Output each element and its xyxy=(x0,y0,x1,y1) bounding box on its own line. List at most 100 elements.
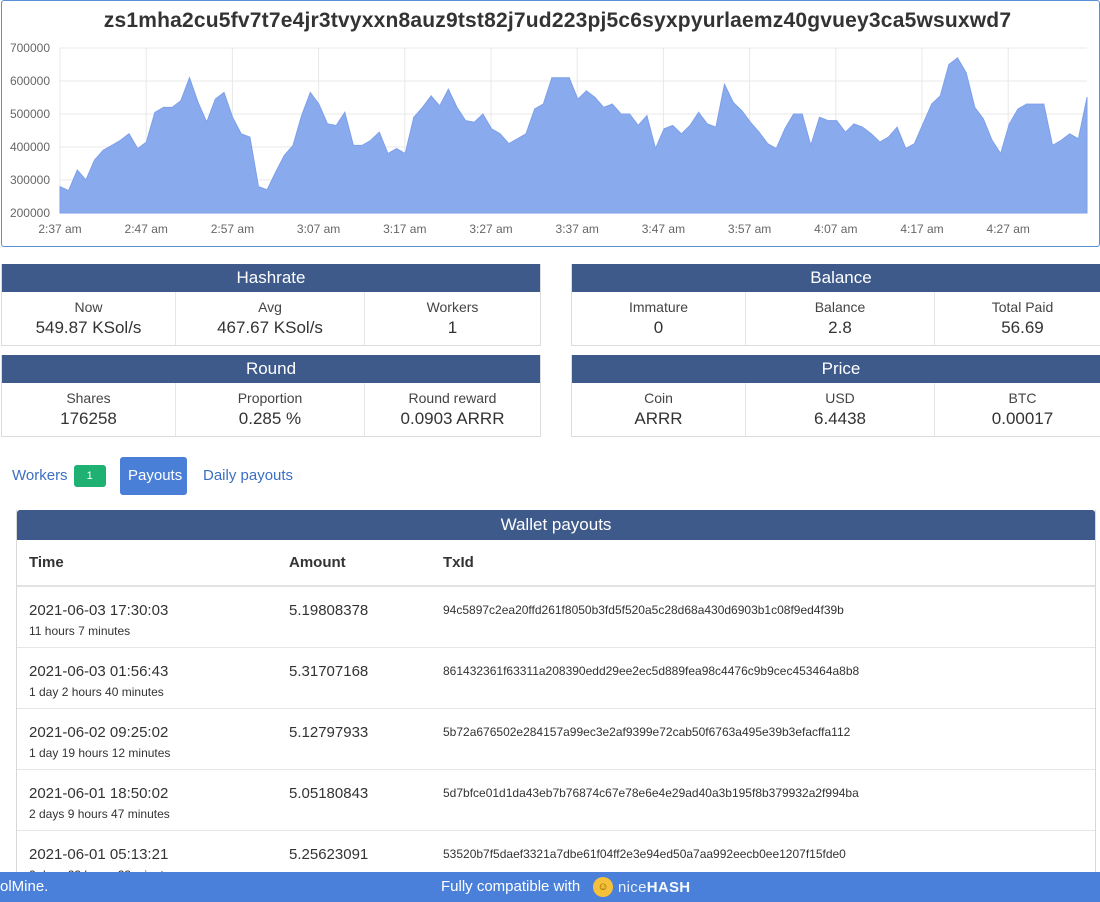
hashrate-data-point xyxy=(318,103,320,105)
payout-amount: 5.19808378 xyxy=(277,586,431,648)
payouts-table: Time Amount TxId 2021-06-03 17:30:03 11 … xyxy=(17,540,1095,879)
hashrate-data-point xyxy=(154,111,156,113)
hashrate-data-point xyxy=(689,124,691,127)
hashrate-panel: Hashrate Now 549.87 KSol/s Avg 467.67 KS… xyxy=(1,264,541,346)
price-btc-label: BTC xyxy=(1008,390,1037,406)
payout-txid-link[interactable]: 5d7bfce01d1da43eb7b76874c67e78e6e4e29ad4… xyxy=(431,769,1095,831)
round-shares-stat: Shares 176258 xyxy=(2,383,176,436)
table-row: 2021-06-02 09:25:02 1 day 19 hours 12 mi… xyxy=(17,708,1095,770)
hashrate-data-point xyxy=(551,77,553,79)
balance-balance-value: 2.8 xyxy=(828,318,852,337)
hashrate-data-point xyxy=(447,88,449,90)
hashrate-data-point xyxy=(482,113,484,115)
tab-daily-payouts[interactable]: Daily payouts xyxy=(203,457,293,495)
hashrate-data-point xyxy=(577,98,579,100)
hashrate-data-point xyxy=(749,121,752,123)
x-tick-label: 2:57 am xyxy=(211,222,254,236)
x-tick-label: 4:27 am xyxy=(987,222,1030,236)
payout-time-ago: 11 hours 7 minutes xyxy=(29,624,131,638)
tab-payouts[interactable]: Payouts xyxy=(120,457,187,495)
hashrate-chart: 700000 600000 500000 400000 300000 200000 2:37… xyxy=(10,41,1088,236)
hashrate-data-point xyxy=(413,116,415,118)
payout-txid-link[interactable]: 861432361f63311a208390edd29ee2ec5d889fea… xyxy=(431,647,1095,709)
hashrate-data-point xyxy=(344,111,346,113)
round-reward-value: 0.0903 ARRR xyxy=(400,409,505,428)
hashrate-data-point xyxy=(663,128,665,130)
price-panel-title: Price xyxy=(572,355,1100,383)
footer-compatible-text: Fully compatible with xyxy=(441,878,581,895)
hashrate-data-point xyxy=(568,77,570,79)
hashrate-workers-label: Workers xyxy=(426,299,479,315)
hashrate-data-point xyxy=(698,111,700,113)
x-tick-label: 3:07 am xyxy=(297,222,340,236)
payout-time: 2021-06-02 09:25:02 xyxy=(29,723,169,741)
hashrate-data-point xyxy=(326,123,329,125)
hashrate-data-point xyxy=(188,77,191,79)
hashrate-data-point xyxy=(680,133,683,135)
balance-panel-title: Balance xyxy=(572,264,1100,292)
hashrate-data-point xyxy=(85,179,87,181)
price-coin-stat: Coin ARRR xyxy=(572,383,746,436)
hashrate-panel-title: Hashrate xyxy=(2,264,540,292)
payouts-table-header: Time Amount TxId xyxy=(17,540,1095,587)
y-tick-label: 700000 xyxy=(10,41,50,55)
hashrate-data-point xyxy=(361,144,363,146)
tab-workers[interactable]: Workers 1 xyxy=(12,457,106,495)
hashrate-data-point xyxy=(974,106,976,108)
col-txid-header: TxId xyxy=(431,540,1095,587)
payout-amount: 5.12797933 xyxy=(277,708,431,770)
hashrate-data-point xyxy=(913,143,916,145)
round-shares-value: 176258 xyxy=(60,409,117,428)
hashrate-data-point xyxy=(767,143,769,145)
x-tick-label: 4:07 am xyxy=(814,222,857,236)
hashrate-data-point xyxy=(456,106,458,108)
hashrate-data-point xyxy=(844,131,847,133)
workers-count-badge: 1 xyxy=(73,465,106,488)
hashrate-data-point xyxy=(352,144,354,146)
hashrate-data-point xyxy=(430,95,432,97)
table-row: 2021-06-03 01:56:43 1 day 2 hours 40 min… xyxy=(17,647,1095,709)
hashrate-data-point xyxy=(387,153,389,155)
hashrate-data-point xyxy=(1000,153,1002,155)
hashrate-data-point xyxy=(257,186,260,188)
col-amount-header: Amount xyxy=(277,540,431,587)
hashrate-data-point xyxy=(223,91,225,94)
nicehash-logo[interactable]: ☺ niceHASH xyxy=(593,876,690,898)
price-usd-value: 6.4438 xyxy=(814,409,866,428)
hashrate-data-point xyxy=(93,159,96,161)
payout-time-cell: 2021-06-03 01:56:43 1 day 2 hours 40 min… xyxy=(17,647,277,709)
hashrate-data-point xyxy=(741,110,743,112)
payout-txid-link[interactable]: 5b72a676502e284157a99ec3e2af9399e72cab50… xyxy=(431,708,1095,770)
x-tick-label: 3:57 am xyxy=(728,222,771,236)
hashrate-data-point xyxy=(171,106,173,108)
hashrate-data-point xyxy=(249,136,251,138)
hashrate-data-point xyxy=(1086,96,1088,99)
y-tick-label: 200000 xyxy=(10,206,50,220)
x-tick-label: 2:47 am xyxy=(125,222,168,236)
hashrate-data-point xyxy=(508,143,510,145)
price-usd-label: USD xyxy=(825,390,855,406)
hashrate-data-point xyxy=(715,126,717,128)
round-panel-title: Round xyxy=(2,355,540,383)
hashrate-data-point xyxy=(723,83,726,85)
hashrate-now-stat: Now 549.87 KSol/s xyxy=(2,292,176,345)
hashrate-data-point xyxy=(1077,138,1079,140)
hashrate-data-point xyxy=(396,148,398,150)
hashrate-data-point xyxy=(378,131,380,133)
hashrate-data-point xyxy=(818,116,821,118)
hashrate-data-point xyxy=(879,141,881,143)
x-tick-label: 4:17 am xyxy=(900,222,943,236)
hashrate-data-point xyxy=(1026,103,1028,105)
hashrate-data-point xyxy=(292,144,294,146)
hashrate-data-point xyxy=(128,133,130,135)
round-proportion-label: Proportion xyxy=(237,390,303,406)
nicehash-word-nice: nice xyxy=(618,878,647,896)
payout-txid-link[interactable]: 94c5897c2ea20ffd261f8050b3fd5f520a5c28d6… xyxy=(431,586,1095,648)
hashrate-data-point xyxy=(939,95,941,97)
hashrate-data-point xyxy=(542,103,544,105)
col-time-header: Time xyxy=(17,540,277,587)
hashrate-data-point xyxy=(439,105,441,107)
hashrate-data-point xyxy=(309,91,311,94)
price-btc-stat: BTC 0.00017 xyxy=(935,383,1100,436)
hashrate-data-point xyxy=(982,118,985,120)
